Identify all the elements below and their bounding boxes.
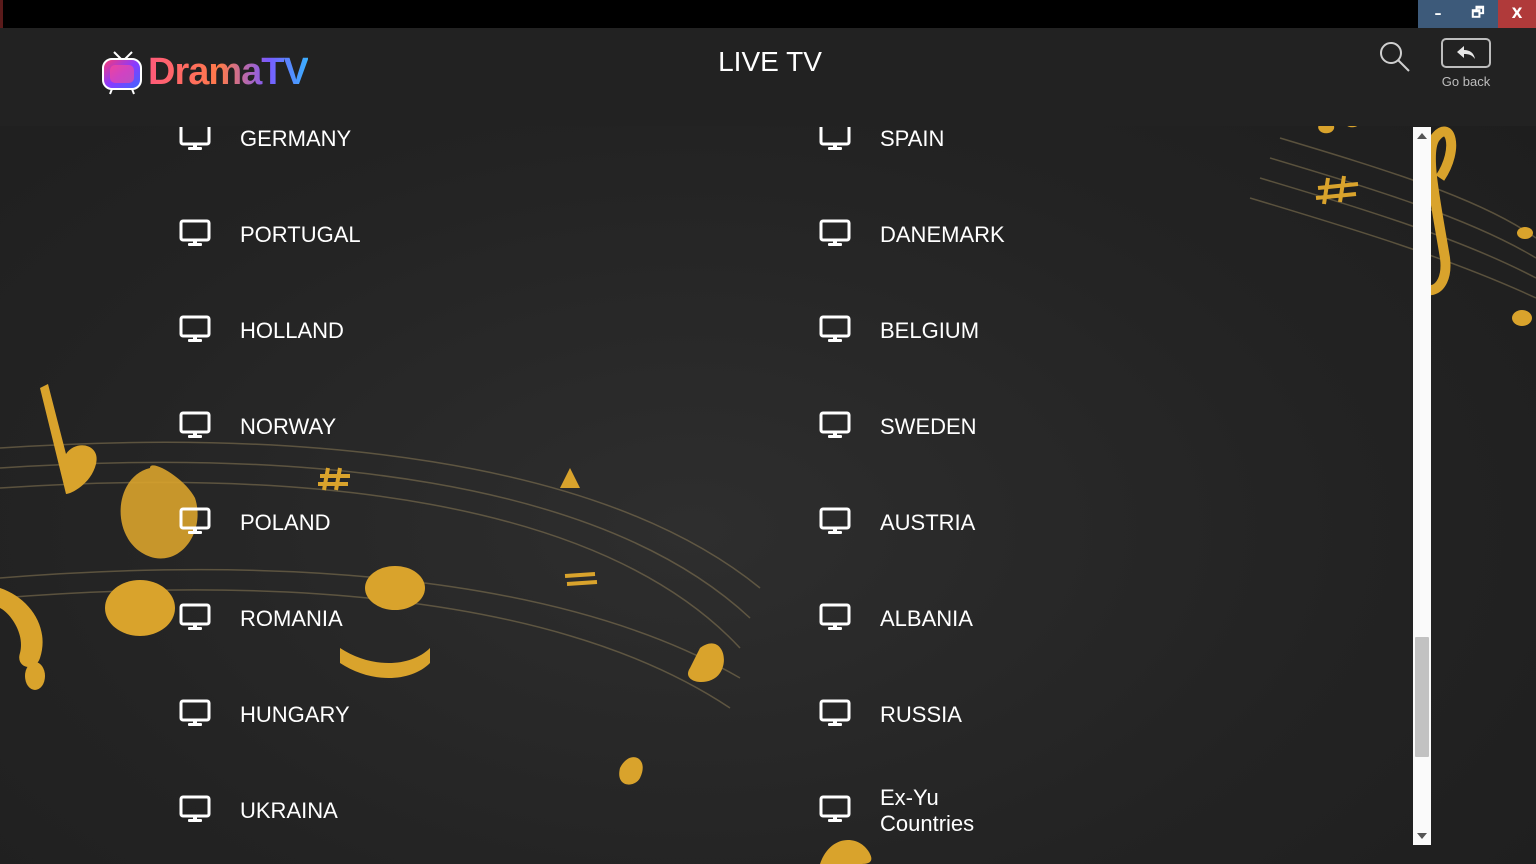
- monitor-icon: [179, 127, 211, 150]
- scroll-up-arrow[interactable]: [1417, 133, 1427, 139]
- monitor-icon: [179, 795, 211, 822]
- monitor-icon: [819, 795, 851, 822]
- category-label: GERMANY: [240, 127, 352, 151]
- go-back-button[interactable]: Go back: [1438, 38, 1494, 106]
- go-back-label: Go back: [1441, 74, 1491, 89]
- category-label: AUSTRIA: [880, 509, 976, 535]
- monitor-icon: [819, 603, 851, 630]
- tv-logo-icon: [102, 51, 142, 95]
- monitor-icon: [179, 507, 211, 534]
- titlebar-edge: [0, 0, 3, 28]
- monitor-icon: [819, 127, 851, 150]
- scroll-down-arrow[interactable]: [1417, 833, 1427, 839]
- back-arrow-icon: [1457, 46, 1475, 59]
- search-button[interactable]: [1376, 38, 1414, 76]
- category-label: HOLLAND: [240, 317, 344, 343]
- category-label: ALBANIA: [880, 605, 973, 631]
- channel-category-grid[interactable]: GERMANY SPAIN PORTUGAL DANEMARK HOLLAND …: [0, 127, 1410, 845]
- monitor-icon: [179, 603, 211, 630]
- monitor-icon: [179, 411, 211, 438]
- app-window: DramaTV LIVE TV Go back GERMANY SPAIN PO…: [0, 28, 1536, 864]
- category-label: SPAIN: [880, 127, 945, 151]
- category-label: PORTUGAL: [240, 221, 361, 247]
- restore-button[interactable]: 🗗: [1458, 0, 1498, 28]
- logo-text: DramaTV: [148, 50, 309, 93]
- back-icon-frame: [1441, 38, 1491, 68]
- search-icon: [1380, 42, 1410, 72]
- category-label: SWEDEN: [880, 413, 977, 439]
- monitor-icon: [819, 507, 851, 534]
- window-titlebar: – 🗗 X: [0, 0, 1536, 28]
- category-label: POLAND: [240, 509, 331, 535]
- category-label: ROMANIA: [240, 605, 343, 631]
- category-label: RUSSIA: [880, 701, 962, 727]
- category-label: BELGIUM: [880, 317, 980, 343]
- monitor-icon: [179, 699, 211, 726]
- category-label: Ex-Yu Countries: [880, 784, 975, 836]
- category-label: UKRAINA: [240, 797, 338, 823]
- page-title: LIVE TV: [718, 46, 822, 77]
- monitor-icon: [179, 219, 211, 246]
- scroll-thumb[interactable]: [1415, 637, 1429, 757]
- minimize-button[interactable]: –: [1418, 0, 1458, 28]
- monitor-icon: [819, 699, 851, 726]
- monitor-icon: [179, 315, 211, 342]
- monitor-icon: [819, 411, 851, 438]
- category-label: HUNGARY: [240, 701, 350, 727]
- category-label: NORWAY: [240, 413, 337, 439]
- vertical-scrollbar[interactable]: [1413, 127, 1431, 845]
- close-button[interactable]: X: [1498, 0, 1536, 28]
- app-header: DramaTV LIVE TV Go back: [0, 28, 1536, 126]
- dramatv-logo: DramaTV: [100, 42, 320, 102]
- monitor-icon: [819, 219, 851, 246]
- monitor-icon: [819, 315, 851, 342]
- category-label: DANEMARK: [880, 221, 1005, 247]
